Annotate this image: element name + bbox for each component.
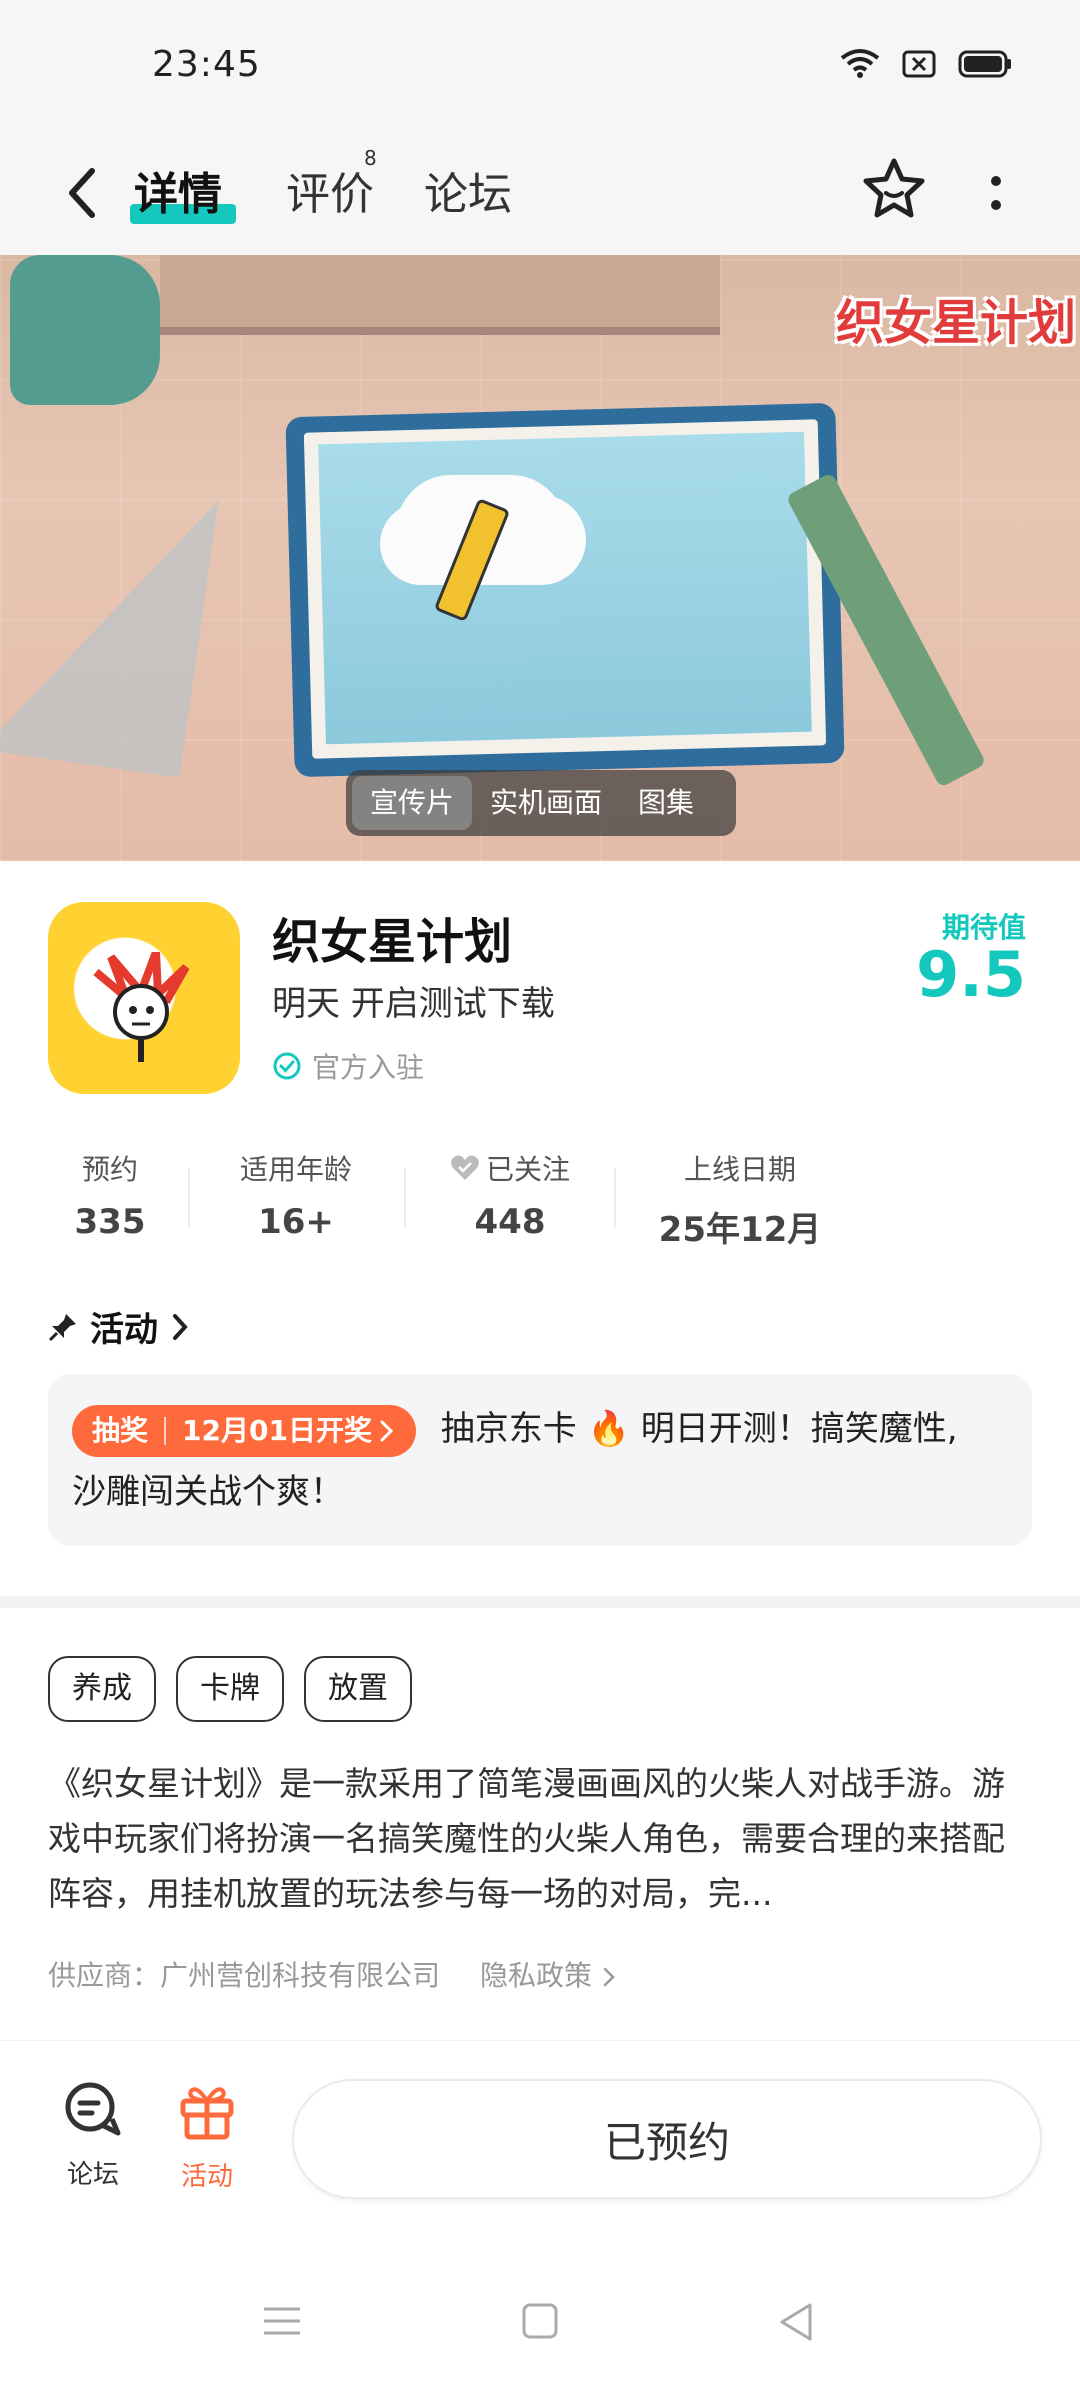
menu-icon[interactable]: [262, 2301, 302, 2341]
stat-divider: [188, 1168, 190, 1228]
supplier-row: 供应商：广州营创科技有限公司 隐私政策: [48, 1954, 617, 1994]
hero-board-paper: [318, 431, 812, 745]
stat-launch-date: 上线日期 25年12月: [644, 1148, 836, 1251]
dot-icon: [991, 176, 1001, 186]
section-divider: [0, 1596, 1080, 1608]
lottery-tag[interactable]: 抽奖 12月01日开奖: [72, 1404, 416, 1457]
chevron-right-icon: [173, 1313, 188, 1340]
media-tab-gallery[interactable]: 图集: [620, 776, 712, 830]
stat-followers[interactable]: 已关注 448: [430, 1148, 590, 1242]
lottery-date-label: 12月01日开奖: [182, 1413, 372, 1447]
status-time: 23:45: [152, 44, 261, 85]
app-subtitle: 明天 开启测试下载: [272, 984, 555, 1024]
chat-icon: [65, 2082, 121, 2136]
media-tabs: 宣传片 实机画面 图集: [346, 770, 736, 836]
stat-value: 25年12月: [658, 1210, 822, 1250]
tag-nurturing[interactable]: 养成: [48, 1656, 156, 1722]
activity-text-line-1: 抽京东卡 🔥 明日开测！搞笑魔性,: [440, 1409, 958, 1449]
stat-label: 适用年龄: [239, 1153, 352, 1186]
home-icon[interactable]: [520, 2301, 560, 2341]
hero-board-frame: [303, 419, 827, 759]
back-button[interactable]: [52, 158, 112, 228]
genre-tags: 养成 卡牌 放置: [48, 1656, 412, 1722]
no-sim-icon: [902, 50, 936, 78]
privacy-policy-label: 隐私政策: [480, 1959, 593, 1992]
wifi-icon: [840, 49, 880, 78]
status-bar: 23:45: [0, 0, 1080, 130]
media-tab-trailer[interactable]: 宣传片: [352, 776, 473, 830]
stat-value: 448: [474, 1202, 546, 1242]
chevron-right-icon: [603, 1967, 615, 1987]
game-description[interactable]: 《织女星计划》是一款采用了简笔漫画画风的火柴人对战手游。游戏中玩家们将扮演一名搞…: [48, 1756, 1032, 1921]
stat-label: 预约: [81, 1153, 138, 1186]
dot-icon: [991, 200, 1001, 210]
hero-board-illustration: [285, 402, 845, 778]
stats-row: 预约 335 适用年龄 16+ 已关注 448 上线日期 25年12月: [0, 1148, 1080, 1251]
stat-divider: [404, 1168, 406, 1228]
hero-ruler-illustration: [0, 472, 219, 778]
activity-header[interactable]: 活动: [48, 1302, 190, 1351]
star-icon: [863, 158, 925, 218]
activity-label: 活动: [180, 2162, 233, 2192]
activity-card[interactable]: 抽奖 12月01日开奖 抽京东卡 🔥 明日开测！搞笑魔性, 沙雕闯关战个爽！: [48, 1374, 1032, 1546]
tab-details-label: 详情: [134, 169, 222, 220]
activity-header-label: 活动: [90, 1310, 158, 1350]
favorite-button[interactable]: [858, 148, 930, 228]
supplier-text: 供应商：广州营创科技有限公司: [48, 1959, 441, 1992]
stat-reservations: 预约 335: [48, 1148, 172, 1242]
back-triangle-icon[interactable]: [776, 2301, 816, 2343]
stickman-character-icon: [93, 952, 190, 1062]
gift-icon: [180, 2087, 234, 2140]
bottom-action-bar: 论坛 活动 已预约: [0, 2040, 1080, 2245]
forum-label: 论坛: [66, 2160, 119, 2190]
pin-icon: [48, 1313, 76, 1341]
activity-text-line-2: 沙雕闯关战个爽！: [72, 1472, 344, 1512]
system-nav-bar: [0, 2245, 1080, 2400]
verified-check-icon: [273, 1052, 301, 1080]
battery-icon: [958, 50, 1011, 78]
forum-button[interactable]: 论坛: [48, 2081, 138, 2191]
tab-details[interactable]: 详情: [134, 158, 222, 222]
activity-button[interactable]: 活动: [162, 2081, 252, 2193]
chevron-left-icon: [69, 168, 95, 218]
tag-idle[interactable]: 放置: [304, 1656, 412, 1722]
tag-card[interactable]: 卡牌: [176, 1656, 284, 1722]
expect-score: 9.5: [916, 938, 1026, 1011]
app-icon: [48, 902, 240, 1094]
tab-forum[interactable]: 论坛: [424, 158, 512, 222]
lottery-tag-divider: [164, 1416, 167, 1445]
stat-label: 上线日期: [683, 1153, 796, 1186]
hero-background-shelf: [160, 255, 720, 335]
stat-value: 335: [74, 1202, 146, 1242]
privacy-policy-link[interactable]: 隐私政策: [480, 1954, 617, 1994]
heart-check-icon: [451, 1155, 479, 1180]
stat-label: 已关注: [485, 1153, 570, 1186]
activity-line-1: 抽奖 12月01日开奖 抽京东卡 🔥 明日开测！搞笑魔性,: [72, 1396, 1008, 1462]
stat-divider: [614, 1168, 616, 1228]
stat-label-row: 已关注: [430, 1148, 590, 1188]
top-nav-bar: 详情 评价 8 论坛: [0, 130, 1080, 255]
stat-age-rating: 适用年龄 16+: [216, 1148, 376, 1242]
official-label: 官方入驻: [312, 1051, 425, 1084]
review-count-badge: 8: [364, 146, 377, 170]
official-badge: 官方入驻: [272, 1046, 424, 1086]
chevron-right-icon: [380, 1420, 394, 1441]
tab-reviews[interactable]: 评价: [286, 158, 374, 222]
media-tab-gameplay[interactable]: 实机画面: [472, 776, 620, 830]
hero-toy-illustration: [10, 255, 160, 405]
status-icons: [840, 48, 1012, 80]
game-logo: 织女星计划: [836, 295, 1077, 351]
more-options-button[interactable]: [976, 158, 1016, 228]
lottery-type-label: 抽奖: [92, 1413, 149, 1447]
stat-value: 16+: [258, 1202, 334, 1242]
app-title: 织女星计划: [272, 914, 513, 970]
reserved-button[interactable]: 已预约: [292, 2079, 1042, 2199]
